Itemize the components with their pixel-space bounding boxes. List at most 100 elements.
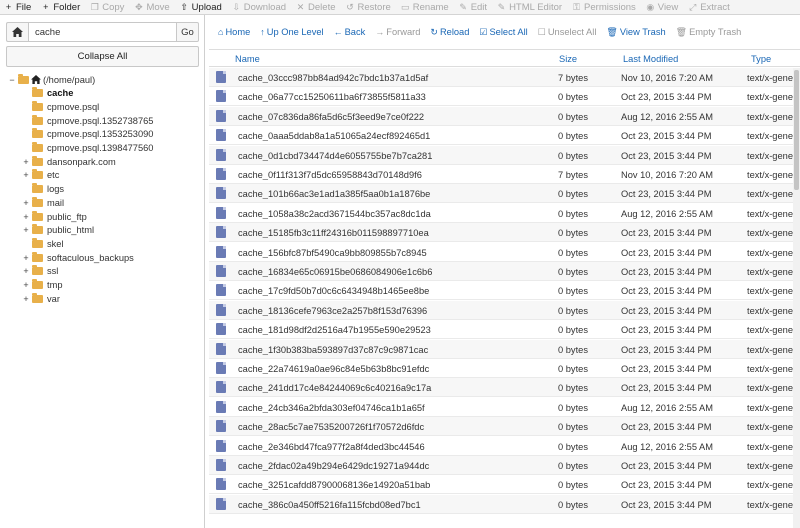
tree-folder-label: public_ftp — [47, 211, 87, 222]
tree-folder[interactable]: + public_html — [22, 224, 94, 237]
file-name: cache_241dd17c4e84244069c6c40216a9c17a — [238, 383, 432, 394]
download-button[interactable]: ⇩ Download — [232, 0, 287, 14]
file-modified: Oct 23, 2015 3:44 PM — [621, 228, 712, 239]
html-editor-button[interactable]: ✎ HTML Editor — [497, 0, 562, 14]
tree-folder[interactable]: + softaculous_backups — [22, 251, 134, 264]
expand-toggle[interactable]: + — [22, 294, 30, 304]
file-name: cache_0f11f313f7d5dc65958843d70148d9f6 — [238, 170, 422, 180]
tree-folder[interactable]: + mail — [22, 196, 64, 209]
table-row[interactable]: cache_1f30b383ba593897d37c87c9c9871cac 0 … — [209, 339, 800, 359]
up-one-level-button[interactable]: ↑ Up One Level — [260, 27, 323, 37]
file-icon — [216, 71, 226, 83]
permissions-button[interactable]: ⚿ Permissions — [572, 0, 636, 14]
file-icon — [216, 148, 226, 161]
copy-button[interactable]: ❐ Copy — [90, 0, 125, 14]
table-row[interactable]: cache_0aaa5ddab8a1a51065a24ecf892465d1 0 … — [209, 126, 800, 146]
reload-icon: ↻ — [430, 26, 438, 37]
tree-folder[interactable]: + dansonpark.com — [22, 155, 116, 168]
tree-folder[interactable]: cpmove.psql.1398477560 — [22, 142, 153, 155]
go-button[interactable]: Go — [177, 22, 199, 42]
table-row[interactable]: cache_2fdac02a49b294e6429dc19271a944dc 0 … — [209, 456, 800, 475]
file-type: text/x-generic — [747, 131, 799, 142]
home-button[interactable] — [6, 22, 28, 42]
rename-button[interactable]: ▭ Rename — [401, 0, 449, 14]
reload-button[interactable]: ↻ Reload — [430, 27, 469, 38]
tree-root-home[interactable]: − (/home/paul) — [8, 73, 95, 86]
tree-folder-label: tmp — [47, 280, 63, 290]
tree-folder[interactable]: logs — [22, 183, 64, 196]
folder-icon — [32, 196, 43, 207]
expand-toggle[interactable]: + — [22, 212, 30, 222]
tree-folder[interactable]: + ssl — [22, 265, 58, 278]
table-row[interactable]: cache_07c836da86fa5d6c5f3eed9e7ce0f222 0 … — [209, 106, 800, 126]
table-row[interactable]: cache_181d98df2d2516a47b1955e590e29523 0 … — [209, 320, 800, 340]
restore-button[interactable]: ↺ Restore — [346, 0, 391, 14]
view-button[interactable]: ◉ View — [646, 0, 678, 14]
table-row[interactable]: cache_156bfc87bf5490ca9bb809855b7c8945 0 … — [209, 243, 800, 262]
unselect-all-button[interactable]: ☐ Unselect All — [538, 27, 597, 38]
column-type[interactable]: Type — [751, 54, 771, 64]
empty-trash-button[interactable]: 🗑 Empty Trash — [676, 27, 742, 38]
delete-button[interactable]: ✕ Delete — [296, 0, 336, 14]
edit-button[interactable]: ✎ Edit — [459, 0, 487, 14]
file-icon — [216, 187, 226, 200]
tree-folder[interactable]: + etc — [22, 169, 59, 182]
file-type: text/x-generic — [747, 441, 799, 452]
tree-folder[interactable]: + tmp — [22, 279, 63, 292]
upload-button[interactable]: ⇧ Upload — [180, 0, 221, 14]
table-row[interactable]: cache_1058a38c2acd3671544bc357ac8dc1da 0 … — [209, 204, 800, 223]
select-all-button[interactable]: ☑ Select All — [479, 27, 527, 38]
expand-toggle[interactable]: + — [22, 198, 30, 208]
table-row[interactable]: cache_18136cefe7963ce2a257b8f153d76396 0 … — [209, 300, 800, 320]
table-row[interactable]: cache_241dd17c4e84244069c6c40216a9c17a 0 … — [209, 378, 800, 398]
tree-folder[interactable]: cpmove.psql — [22, 100, 99, 113]
expand-toggle[interactable]: + — [22, 266, 30, 276]
table-row[interactable]: cache_101b66ac3e1ad1a385f5aa0b1a1876be 0 … — [209, 184, 800, 204]
extract-button[interactable]: ⤢ Extract — [688, 0, 730, 14]
toolbar-button-label: Extract — [700, 1, 730, 13]
file-button[interactable]: + File — [4, 0, 31, 14]
table-row[interactable]: cache_28ac5c7ae7535200726f1f70572d6fdc 0 … — [209, 417, 800, 437]
column-name[interactable]: Name — [235, 54, 260, 64]
table-row[interactable]: cache_03ccc987bb84ad942c7bdc1b37a1d5af 7 … — [209, 68, 800, 87]
vertical-scrollbar[interactable] — [793, 68, 800, 528]
tree-folder[interactable]: + public_ftp — [22, 210, 87, 223]
table-row[interactable]: cache_386c0a450ff5216fa115fcbd08ed7bc1 0 … — [209, 494, 800, 514]
table-row[interactable]: cache_15185fb3c11ff24316b011598897710ea 0… — [209, 223, 800, 243]
table-row[interactable]: cache_06a77cc15250611ba6f73855f5811a33 0 … — [209, 87, 800, 107]
tree-folder[interactable]: cache — [22, 87, 73, 100]
path-input[interactable] — [28, 22, 177, 42]
file-size: 0 bytes — [558, 189, 588, 200]
tree-folder[interactable]: + var — [22, 292, 60, 305]
expand-toggle[interactable]: + — [22, 170, 30, 180]
collapse-toggle[interactable]: − — [8, 75, 16, 85]
table-row[interactable]: cache_2e346bd47fca977f2a8f4ded3bc44546 0 … — [209, 437, 800, 456]
view-trash-button[interactable]: 🗑 View Trash — [606, 27, 665, 38]
home-button[interactable]: ⌂ Home — [218, 27, 250, 37]
back-button[interactable]: ← Back — [334, 27, 366, 37]
column-size[interactable]: Size — [559, 54, 577, 64]
expand-toggle[interactable]: + — [22, 253, 30, 263]
column-last-modified[interactable]: Last Modified — [623, 54, 678, 64]
table-row[interactable]: cache_0f11f313f7d5dc65958843d70148d9f6 7 … — [209, 165, 800, 184]
expand-toggle[interactable]: + — [22, 280, 30, 290]
table-row[interactable]: cache_3251cafdd87900068136e14920a51bab 0 … — [209, 475, 800, 495]
tree-folder[interactable]: cpmove.psql.1352738765 — [22, 114, 153, 127]
table-row[interactable]: cache_17c9fd50b7d0c6c6434948b1465ee8be 0 … — [209, 281, 800, 301]
folder-button[interactable]: + Folder — [41, 0, 80, 14]
expand-toggle[interactable]: + — [22, 225, 30, 235]
table-row[interactable]: cache_0d1cbd734474d4e6055755be7b7ca281 0 … — [209, 145, 800, 165]
tree-folder[interactable]: cpmove.psql.1353253090 — [22, 128, 153, 141]
table-row[interactable]: cache_22a74619a0ae96c84e5b63b8bc91efdc 0 … — [209, 359, 800, 378]
file-modified: Aug 12, 2016 2:55 AM — [621, 111, 714, 122]
table-row[interactable]: cache_16834e65c06915be0686084906e1c6b6 0 … — [209, 262, 800, 281]
scrollbar-thumb[interactable] — [794, 70, 799, 190]
table-row[interactable]: cache_24cb346a2bfda303ef04746ca1b1a65f 0 … — [209, 398, 800, 417]
collapse-all-button[interactable]: Collapse All — [6, 46, 199, 67]
expand-toggle[interactable]: + — [22, 157, 30, 167]
folder-icon — [32, 292, 43, 303]
forward-button[interactable]: → Forward — [375, 27, 420, 37]
file-size: 0 bytes — [558, 383, 588, 394]
move-button[interactable]: ✥ Move — [134, 0, 170, 14]
tree-folder[interactable]: skel — [22, 237, 64, 250]
